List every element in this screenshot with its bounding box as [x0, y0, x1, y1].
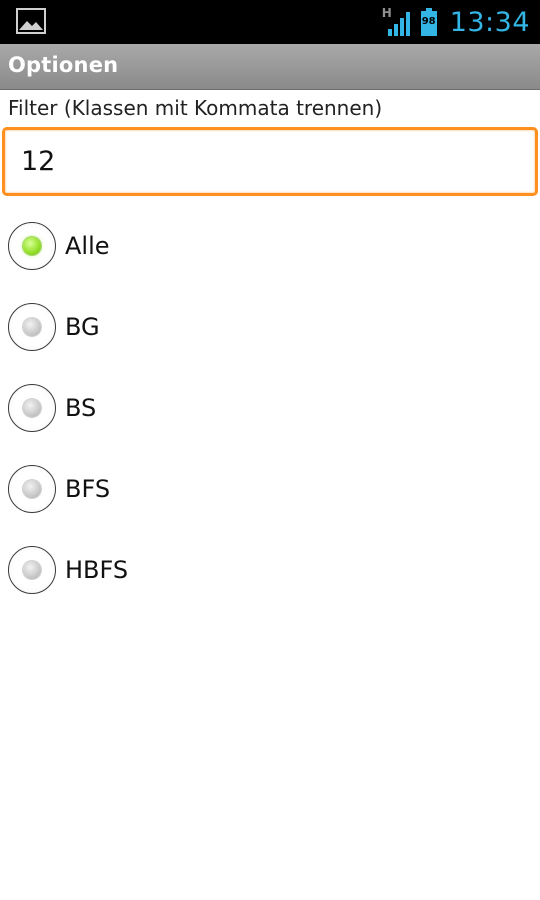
gallery-notification-icon — [16, 8, 46, 34]
radio-unchecked-indicator — [23, 561, 41, 579]
signal-icon: H — [382, 6, 414, 37]
radio-option-hbfs[interactable]: HBFS — [8, 545, 528, 595]
battery-icon: 98 — [420, 7, 438, 37]
radio-option-bg[interactable]: BG — [8, 302, 528, 352]
radio-unchecked-indicator — [23, 399, 41, 417]
radio-label: BS — [65, 394, 97, 422]
battery-level: 98 — [421, 16, 436, 27]
radio-label: BG — [65, 313, 100, 341]
radio-label: BFS — [65, 475, 111, 503]
page-title: Optionen — [8, 53, 119, 77]
radio-button[interactable] — [8, 303, 56, 351]
radio-option-bs[interactable]: BS — [8, 383, 528, 433]
status-indicators: H 98 13:34 — [382, 4, 530, 40]
radio-unchecked-indicator — [23, 318, 41, 336]
radio-checked-indicator — [23, 237, 41, 255]
radio-option-bfs[interactable]: BFS — [8, 464, 528, 514]
radio-label: HBFS — [65, 556, 129, 584]
status-bar: H 98 13:34 — [0, 0, 540, 44]
radio-button[interactable] — [8, 465, 56, 513]
filter-input[interactable] — [2, 127, 538, 196]
clock: 13:34 — [449, 6, 530, 38]
radio-option-alle[interactable]: Alle — [8, 221, 528, 271]
radio-button[interactable] — [8, 384, 56, 432]
radio-button[interactable] — [8, 546, 56, 594]
radio-button[interactable] — [8, 222, 56, 270]
title-bar: Optionen — [0, 44, 540, 90]
radio-label: Alle — [65, 232, 110, 260]
radio-unchecked-indicator — [23, 480, 41, 498]
filter-label: Filter (Klassen mit Kommata trennen) — [8, 96, 383, 120]
